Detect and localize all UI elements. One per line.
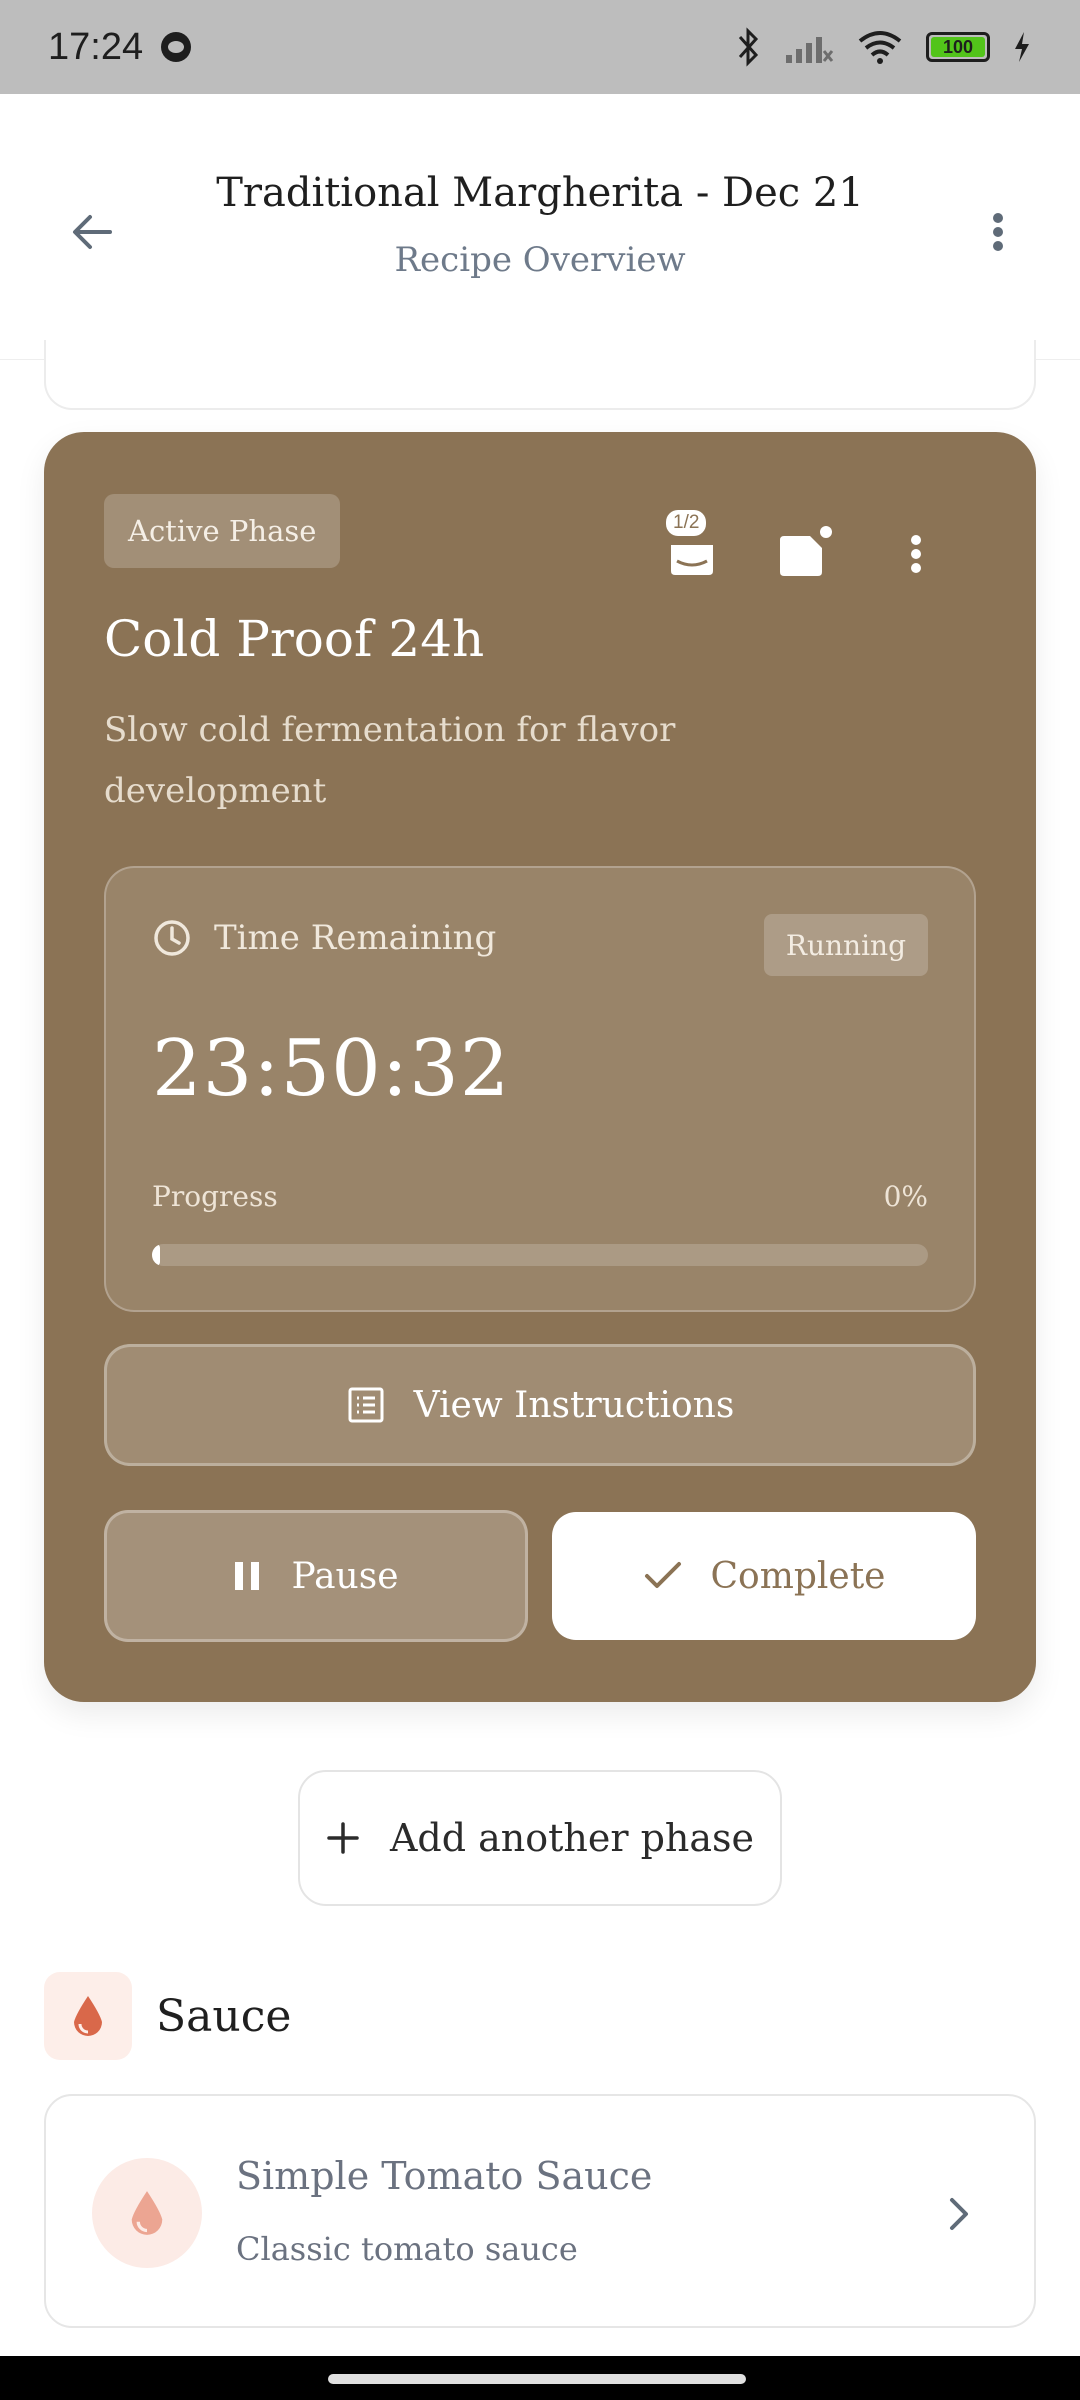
- view-instructions-label: View Instructions: [413, 1384, 735, 1426]
- timer-value: 23:50:32: [152, 1024, 511, 1114]
- progress-fill: [152, 1244, 160, 1266]
- sauce-description: Classic tomato sauce: [236, 2230, 578, 2268]
- page-subtitle: Recipe Overview: [394, 240, 686, 280]
- photos-button[interactable]: 1/2: [662, 510, 722, 584]
- photo-stack-icon: [671, 545, 713, 575]
- plus-icon: [327, 1822, 359, 1854]
- active-phase-card: Active Phase 1/2 Cold Proof 24h Slow col…: [44, 432, 1036, 1702]
- status-time: 17:24: [48, 25, 144, 68]
- more-vertical-icon: [993, 213, 1003, 251]
- progress-bar: [152, 1244, 928, 1266]
- status-badge: Running: [763, 914, 928, 976]
- app-header: Traditional Margherita - Dec 21 Recipe O…: [0, 94, 1080, 360]
- page-title: Traditional Margherita - Dec 21: [216, 170, 864, 216]
- more-vertical-icon: [911, 535, 921, 573]
- phase-badge: Active Phase: [104, 494, 341, 568]
- sauce-section-header: Sauce: [44, 1972, 291, 2060]
- note-icon: [780, 526, 832, 576]
- sauce-avatar-drop-icon: [92, 2158, 202, 2268]
- view-instructions-button[interactable]: View Instructions: [104, 1344, 976, 1466]
- phase-actions: 1/2: [662, 510, 946, 584]
- pause-label: Pause: [291, 1555, 399, 1597]
- phase-description: Slow cold fermentation for flavor develo…: [104, 710, 676, 811]
- sauce-name: Simple Tomato Sauce: [236, 2154, 653, 2198]
- status-icons: 100: [734, 27, 1032, 67]
- battery-level: 100: [931, 37, 985, 57]
- photo-count-badge: 1/2: [666, 510, 707, 536]
- phase-menu-button[interactable]: [886, 524, 946, 584]
- bluetooth-icon: [738, 27, 759, 67]
- more-menu-button[interactable]: [968, 202, 1028, 262]
- progress-label: Progress: [152, 1180, 278, 1213]
- status-bar: 17:24 100: [0, 0, 1080, 94]
- add-phase-button[interactable]: Add another phase: [298, 1770, 782, 1906]
- time-remaining-label: Time Remaining: [152, 918, 496, 958]
- chevron-right-icon: [934, 2184, 984, 2244]
- notification-face-icon: [161, 32, 192, 62]
- time-remaining-text: Time Remaining: [214, 918, 497, 958]
- section-title: Sauce: [156, 1990, 292, 2042]
- pause-button[interactable]: Pause: [104, 1510, 528, 1642]
- clock-icon: [154, 920, 190, 956]
- progress-percent: 0%: [883, 1180, 928, 1213]
- previous-card: [44, 340, 1036, 410]
- list-icon: [348, 1387, 384, 1423]
- sauce-list-item[interactable]: Simple Tomato Sauce Classic tomato sauce: [44, 2094, 1036, 2328]
- pause-icon: [235, 1562, 260, 1590]
- sauce-drop-icon: [44, 1972, 132, 2060]
- phase-title: Cold Proof 24h: [104, 610, 485, 668]
- wifi-icon: [858, 31, 902, 64]
- complete-button[interactable]: Complete: [552, 1512, 976, 1640]
- charging-icon: [1015, 32, 1029, 62]
- home-indicator[interactable]: [328, 2374, 746, 2384]
- check-icon: [644, 1562, 681, 1588]
- add-phase-label: Add another phase: [389, 1816, 755, 1860]
- notes-button[interactable]: [774, 524, 834, 584]
- complete-label: Complete: [710, 1555, 886, 1597]
- battery-icon: 100: [926, 32, 990, 62]
- system-nav-bar: [0, 2356, 1080, 2400]
- timer-panel: Time Remaining Running 23:50:32 Progress…: [104, 866, 976, 1312]
- signal-icon: [786, 37, 834, 63]
